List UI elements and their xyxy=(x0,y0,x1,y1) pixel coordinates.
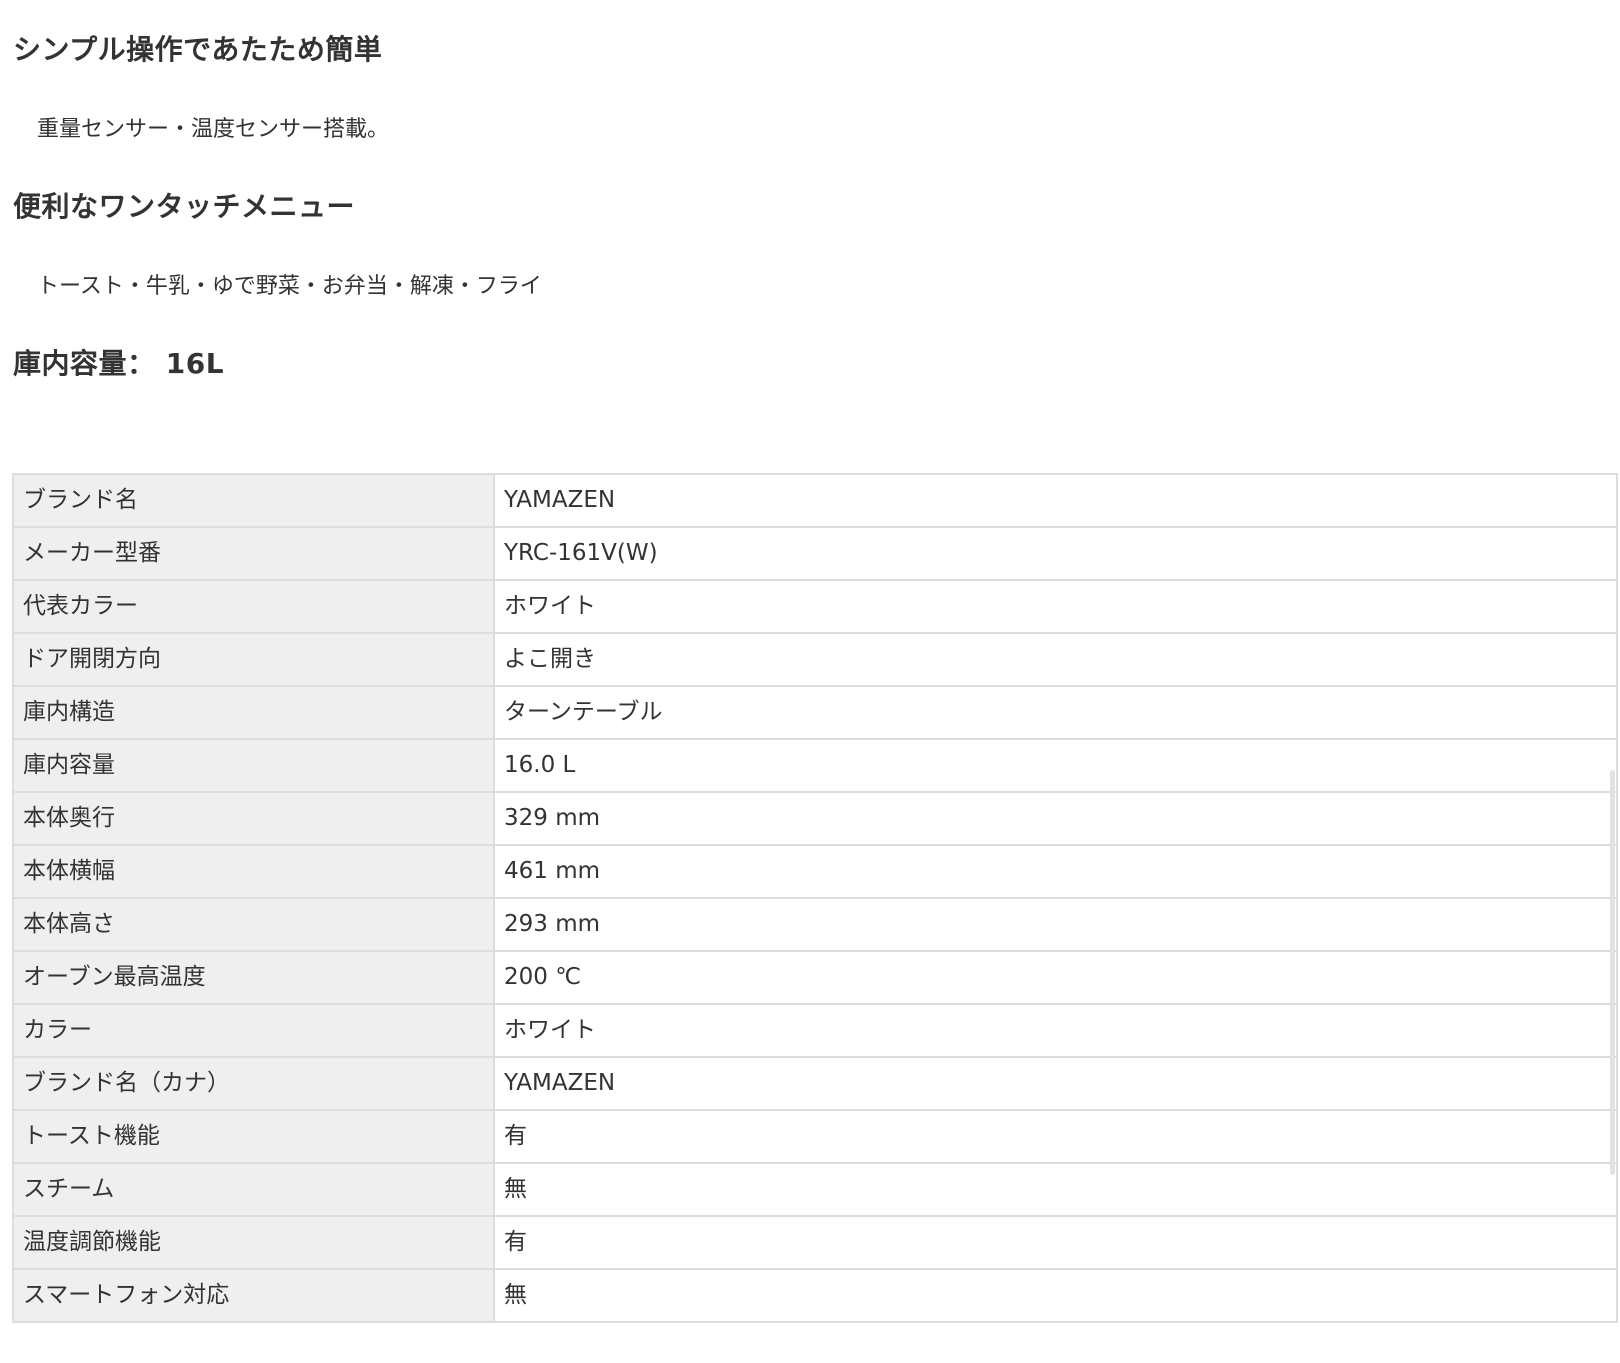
spec-label: スマートフォン対応 xyxy=(12,1268,495,1323)
table-row: ドア開閉方向 よこ開き xyxy=(12,632,1618,687)
spec-value: ターンテーブル xyxy=(493,685,1618,740)
table-row: スチーム 無 xyxy=(12,1162,1618,1217)
table-row: メーカー型番 YRC-161V(W) xyxy=(12,526,1618,581)
spec-value: 329 mm xyxy=(493,791,1618,846)
table-row: カラー ホワイト xyxy=(12,1003,1618,1058)
spec-label: 代表カラー xyxy=(12,579,495,634)
spec-value: ホワイト xyxy=(493,1003,1618,1058)
spec-value: ホワイト xyxy=(493,579,1618,634)
spec-label: ブランド名（カナ） xyxy=(12,1056,495,1111)
feature-heading-simple-operation: シンプル操作であたため簡単 xyxy=(13,33,383,66)
table-scrollbar[interactable] xyxy=(1610,770,1615,1175)
table-row: オーブン最高温度 200 ℃ xyxy=(12,950,1618,1005)
spec-label: 温度調節機能 xyxy=(12,1215,495,1270)
spec-label: オーブン最高温度 xyxy=(12,950,495,1005)
spec-value: YRC-161V(W) xyxy=(493,526,1618,581)
product-description-page: シンプル操作であたため簡単 重量センサー・温度センサー搭載。 便利なワンタッチメ… xyxy=(0,0,1620,1363)
spec-value: 461 mm xyxy=(493,844,1618,899)
spec-value: YAMAZEN xyxy=(493,473,1618,528)
spec-label: トースト機能 xyxy=(12,1109,495,1164)
capacity-heading: 庫内容量： 16L xyxy=(13,347,225,380)
spec-value: YAMAZEN xyxy=(493,1056,1618,1111)
spec-value: 有 xyxy=(493,1109,1618,1164)
spec-label: カラー xyxy=(12,1003,495,1058)
spec-value: 16.0 L xyxy=(493,738,1618,793)
table-row: 本体高さ 293 mm xyxy=(12,897,1618,952)
table-row: トースト機能 有 xyxy=(12,1109,1618,1164)
feature-text-sensors: 重量センサー・温度センサー搭載。 xyxy=(37,117,390,142)
feature-heading-one-touch-menu: 便利なワンタッチメニュー xyxy=(13,190,356,223)
spec-label: スチーム xyxy=(12,1162,495,1217)
spec-value: 有 xyxy=(493,1215,1618,1270)
spec-label: 庫内構造 xyxy=(12,685,495,740)
table-row: 代表カラー ホワイト xyxy=(12,579,1618,634)
spec-value: よこ開き xyxy=(493,632,1618,687)
table-row: スマートフォン対応 無 xyxy=(12,1268,1618,1323)
table-row: 本体横幅 461 mm xyxy=(12,844,1618,899)
spec-value: 200 ℃ xyxy=(493,950,1618,1005)
table-row: ブランド名 YAMAZEN xyxy=(12,473,1618,528)
spec-table: ブランド名 YAMAZEN メーカー型番 YRC-161V(W) 代表カラー ホ… xyxy=(12,473,1618,1323)
spec-value: 293 mm xyxy=(493,897,1618,952)
table-row: 温度調節機能 有 xyxy=(12,1215,1618,1270)
table-row: 庫内構造 ターンテーブル xyxy=(12,685,1618,740)
spec-label: 本体横幅 xyxy=(12,844,495,899)
spec-label: ブランド名 xyxy=(12,473,495,528)
table-row: ブランド名（カナ） YAMAZEN xyxy=(12,1056,1618,1111)
spec-label: 庫内容量 xyxy=(12,738,495,793)
feature-text-menu-list: トースト・牛乳・ゆで野菜・お弁当・解凍・フライ xyxy=(37,274,542,299)
table-row: 庫内容量 16.0 L xyxy=(12,738,1618,793)
spec-label: メーカー型番 xyxy=(12,526,495,581)
spec-value: 無 xyxy=(493,1268,1618,1323)
table-row: 本体奥行 329 mm xyxy=(12,791,1618,846)
spec-label: 本体奥行 xyxy=(12,791,495,846)
spec-value: 無 xyxy=(493,1162,1618,1217)
spec-label: ドア開閉方向 xyxy=(12,632,495,687)
spec-label: 本体高さ xyxy=(12,897,495,952)
